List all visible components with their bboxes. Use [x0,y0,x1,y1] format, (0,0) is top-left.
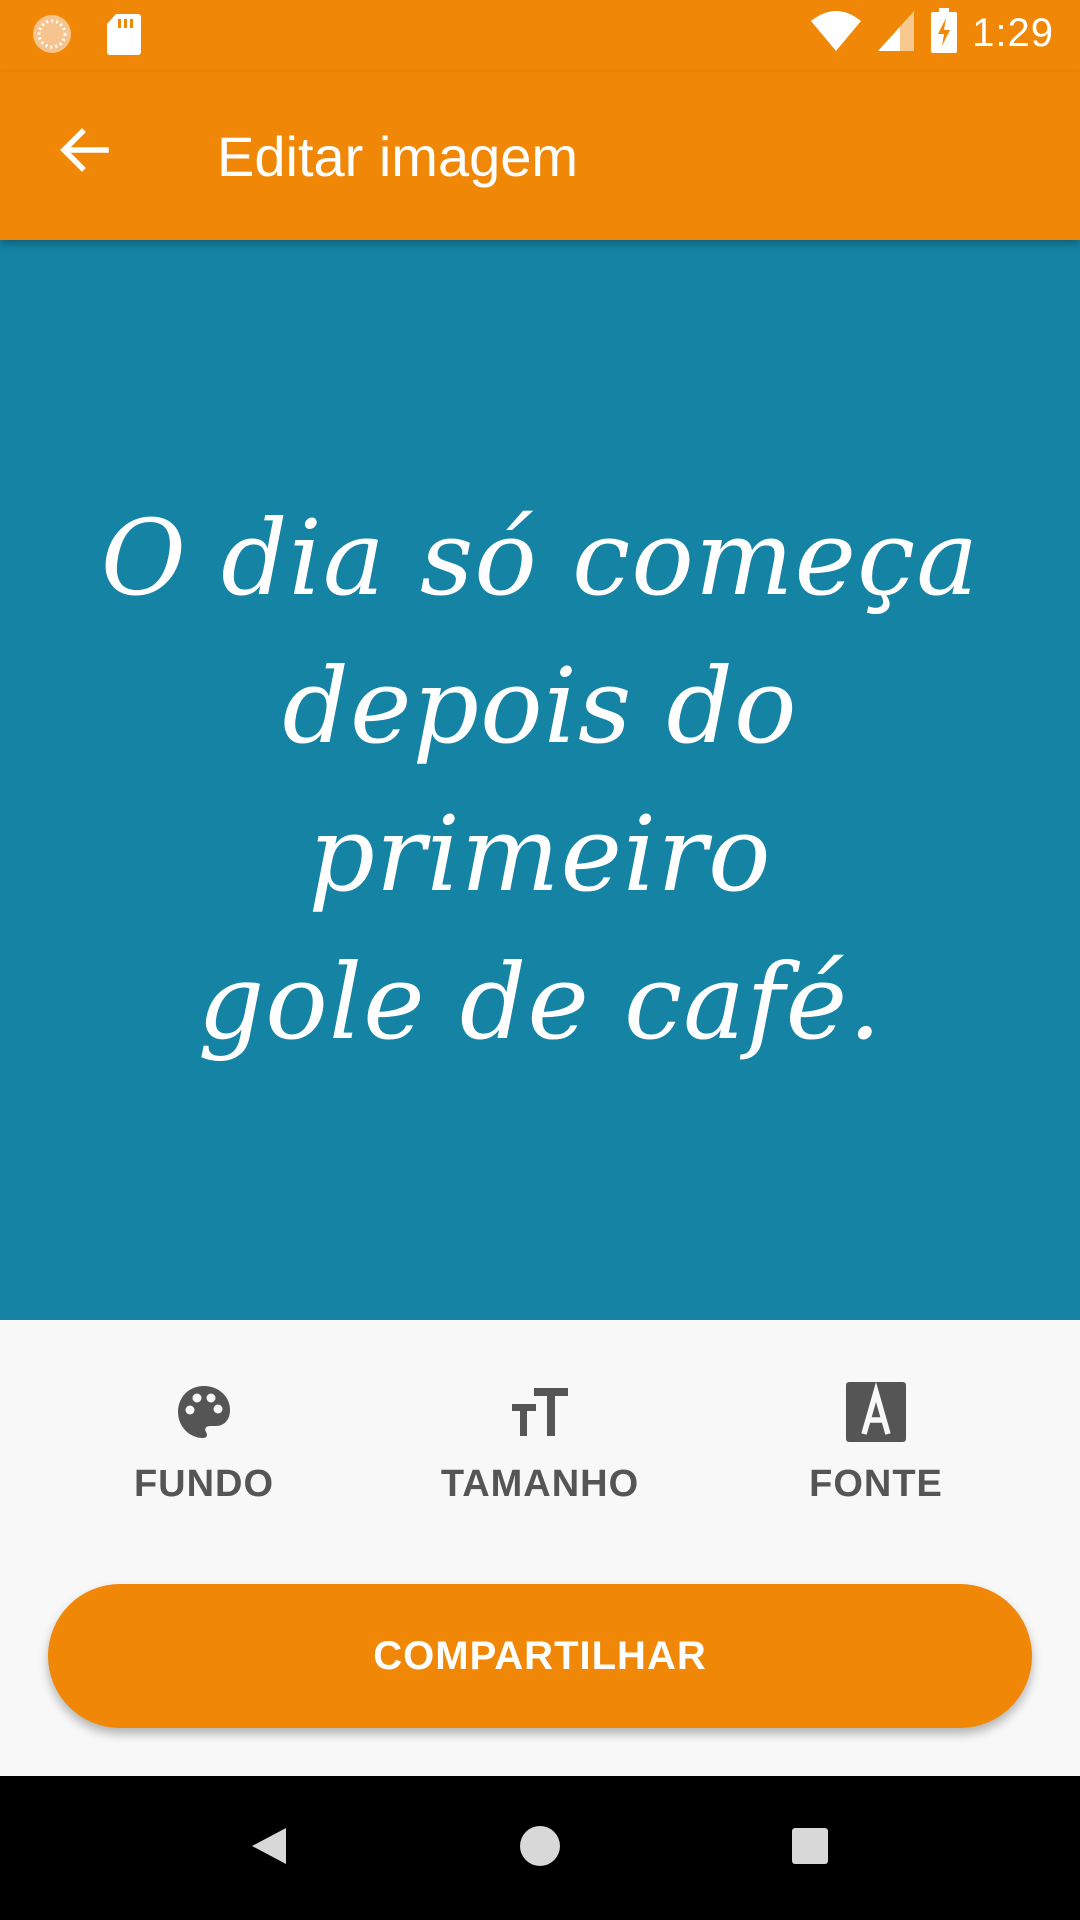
font-tool-button[interactable]: FONTE [726,1381,1026,1532]
wifi-icon [810,9,862,58]
text-size-icon [510,1382,570,1447]
nav-back-button[interactable] [232,1810,308,1886]
system-nav-bar [0,1776,1080,1920]
image-canvas: O dia só começa depois do primeiro gole … [0,240,1080,1320]
signal-icon [876,9,916,58]
font-icon [846,1381,906,1447]
tool-label-fundo: FUNDO [133,1463,275,1505]
edit-tools: FUNDO TAMANHO FONTE [0,1320,1080,1570]
battery-charging-icon [930,8,958,59]
sync-icon [30,12,74,61]
recents-square-icon [788,1824,832,1873]
share-button[interactable]: COMPARTILHAR [48,1584,1032,1728]
status-time: 1:29 [972,11,1054,55]
app-bar: Editar imagem [0,72,1080,240]
quote-text: O dia só começa depois do primeiro gole … [90,484,990,1076]
back-button[interactable] [44,112,124,192]
quote-line: O dia só começa [100,497,980,619]
palette-icon [174,1382,234,1447]
nav-recents-button[interactable] [772,1810,848,1886]
size-tool-button[interactable]: TAMANHO [390,1382,690,1532]
status-bar: 1:29 [0,0,1080,72]
background-tool-button[interactable]: FUNDO [54,1382,354,1532]
quote-line: depois do primeiro [282,645,798,915]
arrow-back-icon [56,122,112,183]
page-title: Editar imagem [217,125,579,188]
share-button-label: COMPARTILHAR [373,1633,707,1678]
home-circle-icon [518,1824,562,1873]
quote-line: gole de café. [197,941,883,1063]
tool-label-fonte: FONTE [809,1463,943,1505]
sd-card-icon [106,12,142,61]
tool-label-tamanho: TAMANHO [440,1463,640,1505]
nav-home-button[interactable] [502,1810,578,1886]
back-triangle-icon [248,1824,292,1873]
